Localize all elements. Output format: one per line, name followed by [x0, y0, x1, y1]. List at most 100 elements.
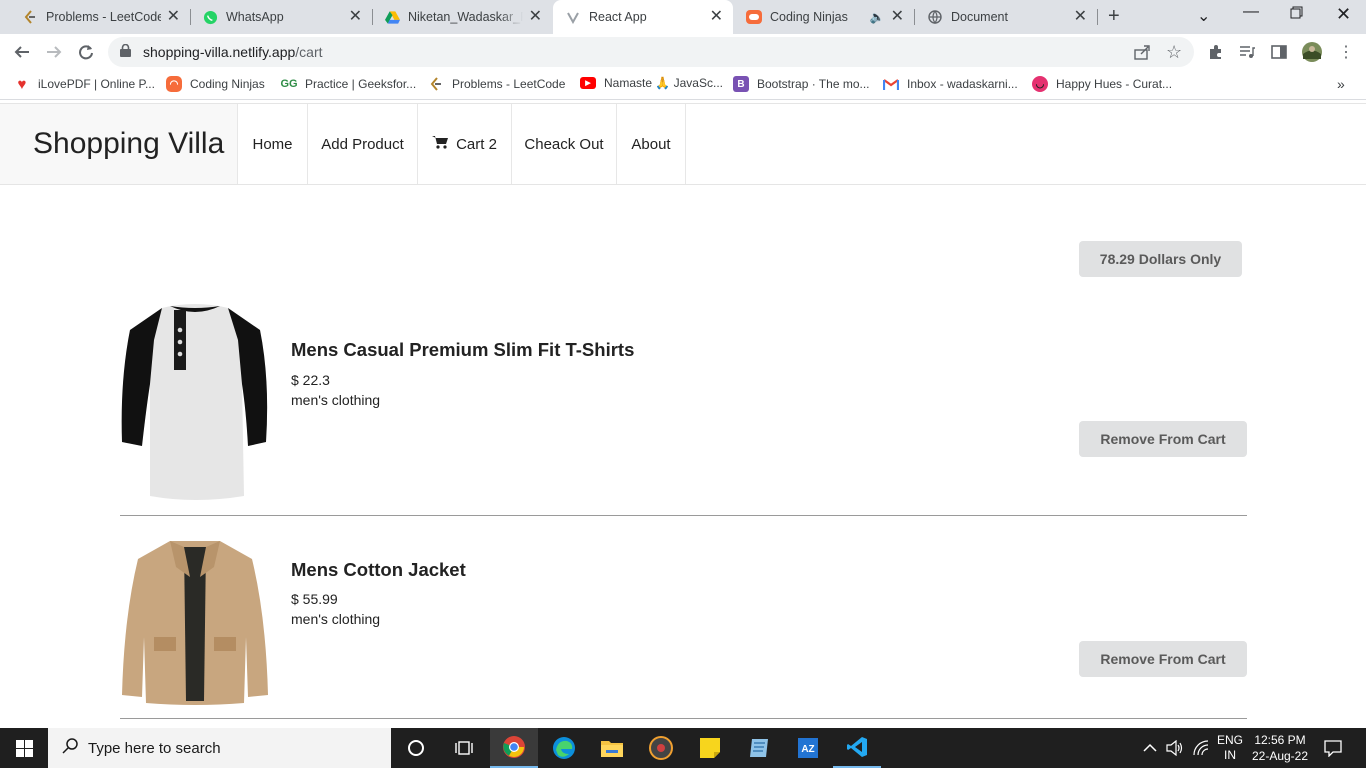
- windows-taskbar: Type here to search AZ ENG IN 12:56 PM 2…: [0, 728, 1366, 768]
- bookmark-geeksforgeeks[interactable]: GG Practice | Geeksfor...: [280, 76, 417, 92]
- windows-start-icon[interactable]: [0, 728, 48, 768]
- bookmarks-overflow-icon[interactable]: »: [1337, 76, 1345, 92]
- tab-title: Document: [951, 10, 1008, 24]
- task-view-icon[interactable]: [440, 728, 488, 768]
- extensions-puzzle-icon[interactable]: [1206, 42, 1226, 62]
- volume-icon[interactable]: [1166, 728, 1184, 768]
- tab-title: Problems - LeetCode: [46, 10, 161, 24]
- tab-document[interactable]: Document ✕: [915, 0, 1097, 34]
- azure-data-studio-icon[interactable]: AZ: [784, 728, 832, 768]
- shopping-cart-icon: [432, 135, 449, 153]
- chrome-taskbar-icon[interactable]: [490, 728, 538, 768]
- nav-checkout[interactable]: Cheack Out: [512, 104, 617, 184]
- language-indicator[interactable]: ENG IN: [1216, 728, 1244, 768]
- window-close-icon[interactable]: ✕: [1336, 4, 1351, 25]
- tab-title: Niketan_Wadaskar_Re: [408, 10, 523, 24]
- react-icon: [565, 9, 581, 25]
- side-panel-icon[interactable]: [1269, 42, 1289, 62]
- close-icon[interactable]: ✕: [349, 9, 362, 25]
- bookmark-label: Happy Hues - Curat...: [1056, 77, 1173, 91]
- tab-google-drive[interactable]: Niketan_Wadaskar_Re ✕: [372, 0, 552, 34]
- close-icon[interactable]: ✕: [891, 9, 904, 25]
- profile-avatar[interactable]: [1300, 42, 1324, 62]
- tshirt-image: [120, 300, 270, 500]
- url-text: shopping-villa.netlify.app/cart: [143, 44, 323, 60]
- bookmark-label: Bootstrap · The mo...: [757, 77, 870, 91]
- kebab-menu-icon[interactable]: ⋮: [1336, 42, 1356, 62]
- new-tab-plus-icon[interactable]: +: [1108, 6, 1120, 26]
- bookmark-bootstrap[interactable]: B Bootstrap · The mo...: [733, 76, 870, 92]
- tab-whatsapp[interactable]: WhatsApp ✕: [190, 0, 372, 34]
- nav-home[interactable]: Home: [238, 104, 308, 184]
- svg-text:AZ: AZ: [801, 744, 814, 755]
- bookmark-leetcode[interactable]: Problems - LeetCode: [428, 76, 565, 92]
- nav-about[interactable]: About: [617, 104, 686, 184]
- close-icon[interactable]: ✕: [710, 9, 723, 25]
- bookmark-label: Problems - LeetCode: [452, 77, 566, 91]
- back-arrow-icon[interactable]: [12, 42, 32, 62]
- bookmark-coding-ninjas[interactable]: ◠ Coding Ninjas: [166, 76, 265, 92]
- bookmark-label: Practice | Geeksfor...: [305, 77, 417, 91]
- restore-icon[interactable]: [1290, 6, 1303, 24]
- bookmark-happy-hues[interactable]: ◡ Happy Hues - Curat...: [1032, 76, 1172, 92]
- tab-leetcode[interactable]: Problems - LeetCode ✕: [0, 0, 190, 34]
- search-icon: [62, 738, 78, 758]
- remove-from-cart-button[interactable]: Remove From Cart: [1079, 641, 1247, 677]
- bookmark-youtube[interactable]: ▶ Namaste 🙏 JavaSc...: [580, 76, 723, 90]
- tab-separator: [1097, 9, 1098, 25]
- nav-cart-label: Cart 2: [456, 135, 497, 153]
- item-divider: [120, 718, 1247, 719]
- cart-item-price: $ 22.3: [291, 372, 330, 388]
- sticky-notes-icon[interactable]: [686, 728, 734, 768]
- tab-title: Coding Ninjas: [770, 10, 848, 24]
- language-code: ENG: [1216, 733, 1243, 747]
- taskbar-search-box[interactable]: Type here to search: [48, 728, 391, 768]
- bootstrap-icon: B: [733, 76, 749, 92]
- tab-coding-ninjas[interactable]: Coding Ninjas 🔈 ✕: [734, 0, 914, 34]
- coding-ninjas-icon: [746, 9, 762, 25]
- cart-item-title: Mens Casual Premium Slim Fit T-Shirts: [291, 339, 635, 360]
- item-divider: [120, 515, 1247, 516]
- nav-add-product[interactable]: Add Product: [308, 104, 418, 184]
- network-icon[interactable]: [1192, 728, 1210, 768]
- share-icon[interactable]: [1134, 44, 1150, 63]
- tab-react-app[interactable]: React App ✕: [553, 0, 733, 34]
- forward-arrow-icon[interactable]: [44, 42, 64, 62]
- bookmark-star-icon[interactable]: ☆: [1166, 42, 1182, 63]
- remove-from-cart-button[interactable]: Remove From Cart: [1079, 421, 1247, 457]
- happy-hues-icon: ◡: [1032, 76, 1048, 92]
- bookmark-label: Inbox - wadaskarni...: [907, 77, 1018, 91]
- gmail-icon: [883, 76, 899, 92]
- close-icon[interactable]: ✕: [167, 9, 180, 25]
- brand-logo[interactable]: Shopping Villa: [0, 104, 238, 184]
- cart-item-title: Mens Cotton Jacket: [291, 559, 466, 580]
- media-control-icon[interactable]: [1237, 42, 1257, 62]
- edge-taskbar-icon[interactable]: [540, 728, 588, 768]
- minimize-icon[interactable]: —: [1243, 3, 1259, 21]
- notepad-icon[interactable]: [735, 728, 783, 768]
- youtube-icon: ▶: [580, 77, 596, 89]
- cart-item-price: $ 55.99: [291, 591, 338, 607]
- coding-ninjas-icon: ◠: [166, 76, 182, 92]
- close-icon[interactable]: ✕: [1074, 9, 1087, 25]
- speaker-icon[interactable]: 🔈: [870, 10, 885, 24]
- cart-total-button[interactable]: 78.29 Dollars Only: [1079, 241, 1242, 277]
- notification-center-icon[interactable]: [1324, 728, 1342, 768]
- browser-tab-strip: Problems - LeetCode ✕ WhatsApp ✕ Niketan…: [0, 0, 1366, 34]
- geeksforgeeks-icon: GG: [280, 78, 298, 90]
- bookmark-gmail[interactable]: Inbox - wadaskarni...: [883, 76, 1018, 92]
- ilovepdf-icon: ♥: [17, 75, 27, 93]
- nav-cart[interactable]: Cart 2: [418, 104, 512, 184]
- vscode-taskbar-icon[interactable]: [833, 728, 881, 768]
- tab-search-chevron-icon[interactable]: ⌄: [1197, 6, 1210, 26]
- address-bar[interactable]: shopping-villa.netlify.app/cart ☆: [108, 37, 1194, 67]
- file-explorer-icon[interactable]: [588, 728, 636, 768]
- reload-icon[interactable]: [76, 42, 96, 62]
- close-icon[interactable]: ✕: [529, 9, 542, 25]
- whatsapp-icon: [202, 9, 218, 25]
- clock[interactable]: 12:56 PM 22-Aug-22: [1250, 728, 1310, 768]
- bookmark-ilovepdf[interactable]: ♥ iLovePDF | Online P...: [14, 75, 155, 93]
- show-hidden-icons-chevron-icon[interactable]: [1143, 728, 1157, 768]
- media-player-icon[interactable]: [637, 728, 685, 768]
- cortana-icon[interactable]: [392, 728, 440, 768]
